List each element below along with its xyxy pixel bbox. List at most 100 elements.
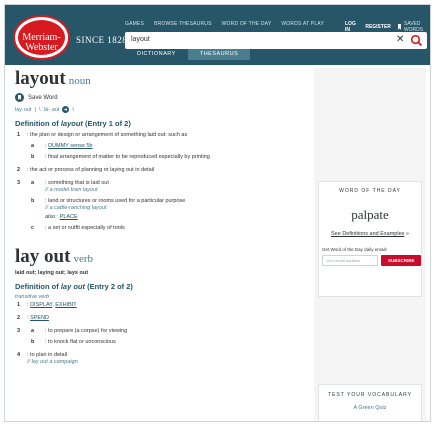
sense-colon: : [27, 315, 29, 321]
wotd-definitions-link[interactable]: See Definitions and Examples [331, 231, 404, 237]
sense-1: 1 : DISPLAY, EXHIBIT [15, 302, 305, 309]
sense-letter: a [31, 328, 35, 334]
headword-text: lay out [15, 246, 71, 267]
inflected-forms: laid out; laying out; lays out [15, 270, 89, 276]
sense-text: : SPEND [27, 315, 305, 322]
sense-letter: a [31, 143, 35, 149]
vocab-subtitle[interactable]: A Green Quiz [319, 405, 421, 411]
sense-number: 3 [17, 328, 21, 334]
sense-definition: : to plan in detail [27, 352, 68, 358]
sense-text: : to knock flat or unconscious [45, 339, 116, 345]
sense-text: : to prepare (a corpse) for viewing [45, 328, 128, 334]
sense-text: : the plan or design or arrangement of s… [27, 132, 188, 138]
sense-text: : the act or process of planning or layi… [27, 167, 155, 173]
logo-badge: Merriam- Webster [18, 20, 65, 55]
example-sentence: // lay out a campaign [27, 359, 78, 365]
sense-number: 2 [17, 315, 21, 321]
headword-2: lay out verb [15, 246, 305, 268]
example-sentence: // a model train layout [45, 187, 98, 193]
wotd-word[interactable]: palpate [319, 207, 421, 223]
search-input[interactable]: layout [131, 36, 150, 43]
right-rail: WORD OF THE DAY palpate See Definitions … [314, 68, 426, 421]
save-word-label: Save Word [28, 94, 58, 101]
sense-number: 3 [17, 180, 21, 186]
cross-reference-link[interactable]: DISPLAY [30, 302, 52, 308]
main-content: layout noun Save Word lay·out | \ ˈlā-ˌau… [15, 68, 305, 366]
page-frame: Merriam- Webster SINCE 1828 GAMES BROWSE… [4, 4, 431, 422]
logo-line-2: Webster [25, 42, 58, 53]
save-word-button[interactable]: Save Word [15, 93, 305, 102]
pronunciation: lay·out | \ ˈlā-ˌau̇t \ [15, 106, 305, 113]
sense-3b: b : to knock flat or unconscious [15, 339, 305, 346]
sense-1a: a : DUMMY sense 5b [15, 143, 305, 150]
sense-text: : DUMMY sense 5b [45, 143, 305, 150]
headword: layout noun [15, 68, 305, 90]
sense-number: 2 [17, 167, 21, 173]
tab-thesaurus[interactable]: THESAURUS [187, 49, 251, 60]
sense-number: 4 [17, 352, 21, 358]
also-label: also : [45, 214, 59, 220]
register-link[interactable]: REGISTER [365, 24, 391, 30]
headword-text: layout [15, 68, 66, 89]
def-heading-pre: Definition of [15, 119, 61, 128]
subscribe-button[interactable]: SUBSCRIBE [381, 255, 421, 266]
sense-definition: : something that is laid out [45, 180, 109, 186]
cross-reference-link[interactable]: PLACE [60, 214, 78, 220]
sense-text: : final arrangement of matter to be repr… [45, 154, 210, 160]
sense-3c: c : a set or outfit especially of tools [15, 225, 305, 232]
merriam-webster-logo[interactable]: Merriam- Webster [13, 15, 70, 60]
since-tagline: SINCE 1828 [76, 35, 128, 45]
audio-speaker-icon[interactable] [62, 106, 70, 113]
nav-games[interactable]: GAMES [125, 21, 144, 27]
site-header: Merriam- Webster SINCE 1828 GAMES BROWSE… [5, 5, 430, 65]
search-bar[interactable]: layout ✕ [125, 32, 427, 49]
sense-text: : something that is laid out // a model … [45, 180, 305, 194]
wotd-link-row: See Definitions and Examples » [319, 231, 421, 237]
cross-reference-link[interactable]: DUMMY sense 5b [48, 143, 93, 149]
also-line: also : PLACE [45, 214, 305, 221]
sense-colon: : [45, 143, 47, 149]
clear-search-icon[interactable]: ✕ [396, 34, 404, 45]
vocabulary-quiz-card[interactable]: TEST YOUR VOCABULARY A Green Quiz [318, 384, 422, 421]
sense-4: 4 : to plan in detail // lay out a campa… [15, 352, 305, 366]
word-of-the-day-card: WORD OF THE DAY palpate See Definitions … [318, 181, 422, 297]
sense-letter: b [31, 339, 35, 345]
bookmark-icon [397, 24, 401, 30]
sense-number: 1 [17, 302, 21, 308]
sense-1b: b : final arrangement of matter to be re… [15, 154, 305, 161]
sense-2: 2 : the act or process of planning or la… [15, 167, 305, 174]
sense-letter: b [31, 154, 35, 160]
sense-letter: b [31, 198, 35, 204]
def-heading-pre: Definition of [15, 282, 61, 291]
def-heading-word: layout [60, 119, 83, 128]
email-field[interactable]: Your email address [322, 255, 379, 266]
comma: , [52, 302, 54, 308]
sense-letter: a [31, 180, 35, 186]
sense-3b: b : land or structures or rooms used for… [15, 198, 305, 221]
def-heading-word: lay out [60, 282, 85, 291]
part-of-speech[interactable]: verb [73, 253, 93, 265]
tab-dictionary[interactable]: DICTIONARY [125, 49, 188, 60]
cross-reference-link[interactable]: EXHIBIT [55, 302, 76, 308]
search-icon[interactable] [410, 34, 423, 47]
top-nav: GAMES BROWSE THESAURUS WORD OF THE DAY W… [125, 21, 324, 27]
email-prompt: Get Word of the Day daily email! [322, 247, 387, 252]
nav-words-at-play[interactable]: WORDS AT PLAY [281, 21, 324, 27]
definition-heading: Definition of lay out (Entry 2 of 2) [15, 282, 305, 291]
nav-word-of-the-day[interactable]: WORD OF THE DAY [222, 21, 272, 27]
example-sentence: // a cattle-ranching layout [45, 205, 107, 211]
nav-browse-thesaurus[interactable]: BROWSE THESAURUS [154, 21, 212, 27]
pron-text: \ ˈlā-ˌau̇t [38, 106, 60, 113]
part-of-speech[interactable]: noun [69, 75, 91, 87]
email-signup-row: Your email address SUBSCRIBE [322, 255, 421, 266]
syllables: lay·out [15, 106, 32, 113]
cross-reference-link[interactable]: SPEND [30, 315, 49, 321]
chevron-right-icon: » [405, 231, 409, 237]
sense-3a: 3 a : to prepare (a corpse) for viewing [15, 328, 305, 335]
dictionary-thesaurus-tabs: DICTIONARY THESAURUS [125, 49, 251, 60]
logo-text: Merriam- Webster [18, 33, 65, 53]
sense-text: : a set or outfit especially of tools [45, 225, 125, 231]
def-heading-post: (Entry 1 of 2) [82, 119, 131, 128]
sense-1: 1 : the plan or design or arrangement of… [15, 132, 305, 139]
sense-definition: : land or structures or rooms used for a… [45, 198, 186, 204]
